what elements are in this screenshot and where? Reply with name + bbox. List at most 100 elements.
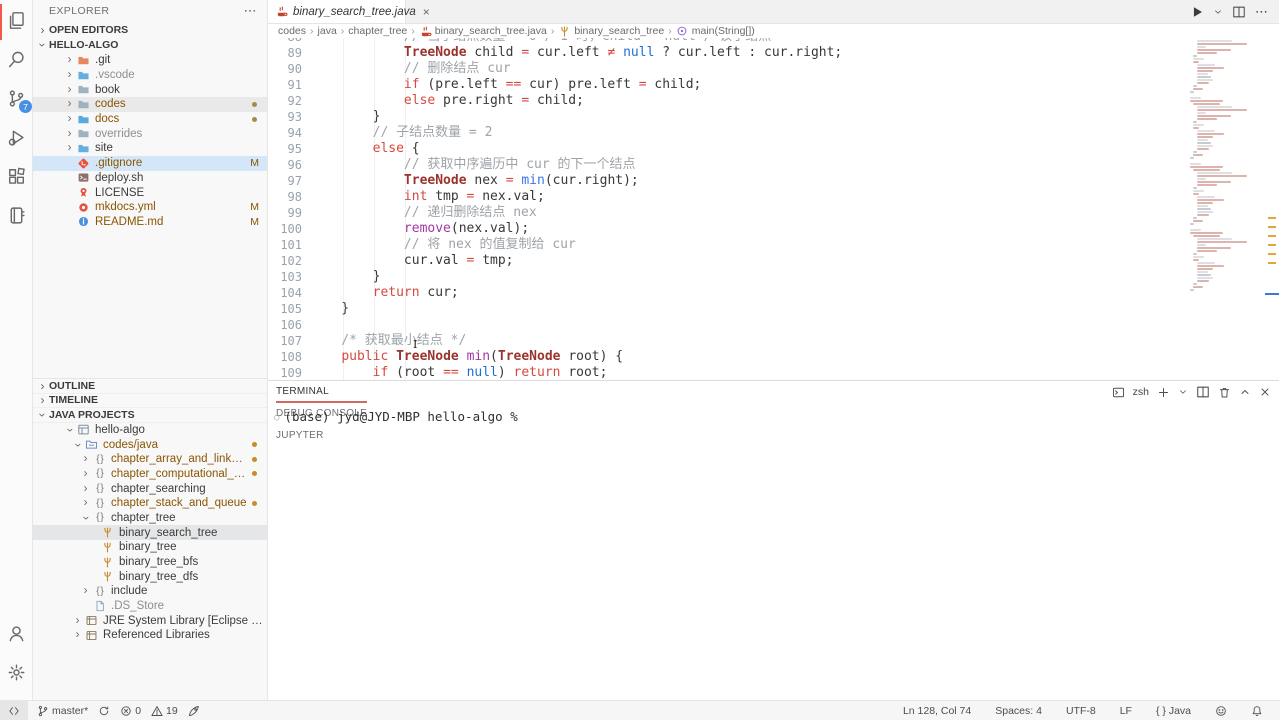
java-tree-item-chapter-computational-complexity[interactable]: ›{ }chapter_computational_complexity xyxy=(33,467,267,482)
split-terminal-icon[interactable] xyxy=(1196,385,1210,399)
breadcrumb-item[interactable]: binary_search_tree.java xyxy=(419,25,547,37)
section-outline[interactable]: › OUTLINE xyxy=(33,379,267,394)
breadcrumb-separator: › xyxy=(340,25,346,37)
java-tree-item-binary-tree-bfs[interactable]: binary_tree_bfs xyxy=(33,555,267,570)
tab-bar: binary_search_tree.java × ⋯ xyxy=(268,0,1279,24)
status-label: UTF-8 xyxy=(1066,705,1096,717)
folder-icon xyxy=(76,69,91,82)
close-icon[interactable]: × xyxy=(423,5,430,19)
java-tree-item-binary-tree[interactable]: binary_tree xyxy=(33,540,267,555)
warning-status-item[interactable]: 19 xyxy=(146,701,183,720)
breadcrumb-item[interactable]: main(String[]) xyxy=(676,25,755,37)
remote-status-item[interactable] xyxy=(0,701,28,720)
breadcrumb-item[interactable]: chapter_tree xyxy=(348,25,407,37)
panel-actions: zsh xyxy=(1112,385,1271,399)
code-editor[interactable]: 88 // 当子结点数量 = 0 / 1 时，child = null / 该子… xyxy=(268,38,1279,380)
source-control-icon[interactable]: 7 xyxy=(3,85,29,111)
shell-label[interactable]: zsh xyxy=(1133,386,1149,398)
tree-item-readme-md[interactable]: README.mdM xyxy=(33,215,267,230)
tree-item-label: hello-algo xyxy=(95,424,267,436)
tree-item-license[interactable]: LICENSE xyxy=(33,185,267,200)
code-line: 109 if (root == null) return root; xyxy=(268,365,1185,380)
run-button[interactable] xyxy=(1190,5,1204,19)
java-tree-item-chapter-stack-and-queue[interactable]: ›{ }chapter_stack_and_queue xyxy=(33,496,267,511)
terminal-dropdown-icon[interactable] xyxy=(1178,387,1188,397)
split-editor-icon[interactable] xyxy=(1232,5,1246,19)
breadcrumb-item[interactable]: java xyxy=(318,25,337,37)
breadcrumb-item[interactable]: binary_search_tree xyxy=(558,25,664,37)
branch-status-item[interactable]: master* xyxy=(32,701,93,720)
tree-item-overrides[interactable]: ›overrides xyxy=(33,126,267,141)
status-ln[interactable]: Ln 128, Col 74 xyxy=(898,701,976,720)
status-spaces[interactable]: Spaces: 4 xyxy=(990,701,1047,720)
modified-dot-badge xyxy=(252,117,257,122)
java-tree-item-binary-tree-dfs[interactable]: binary_tree_dfs xyxy=(33,569,267,584)
status-utf-8[interactable]: UTF-8 xyxy=(1061,701,1101,720)
settings-icon[interactable] xyxy=(3,659,29,685)
tree-item-book[interactable]: ›book xyxy=(33,82,267,97)
tree-item-codes[interactable]: ›codes xyxy=(33,97,267,112)
minimap-line xyxy=(1187,94,1191,96)
java-tree-item-hello-algo[interactable]: ›hello-algo xyxy=(33,423,267,438)
breadcrumb-item[interactable]: codes xyxy=(278,25,306,37)
panel-tab-jupyter[interactable]: JUPYTER xyxy=(276,425,367,447)
java-tree-item-codes-java[interactable]: ›codes/java xyxy=(33,437,267,452)
tab-binary-search-tree-java[interactable]: binary_search_tree.java × xyxy=(268,0,406,23)
sync-status-item[interactable] xyxy=(93,701,115,720)
run-dropdown-icon[interactable] xyxy=(1213,7,1223,17)
close-panel-icon[interactable] xyxy=(1259,386,1271,398)
java-tree-item-chapter-searching[interactable]: ›{ }chapter_searching xyxy=(33,481,267,496)
tree-item-deploy-sh[interactable]: deploy.sh xyxy=(33,171,267,186)
status-lf[interactable]: LF xyxy=(1115,701,1137,720)
line-number: 107 xyxy=(268,333,302,349)
more-actions-icon[interactable]: ⋯ xyxy=(1255,3,1269,21)
minimap[interactable] xyxy=(1187,38,1265,380)
java-tree-item-jre-system-library-eclipse-temurin-17-17-[interactable]: ›JRE System Library [Eclipse Temurin 17 … xyxy=(33,613,267,628)
warning-mark xyxy=(1268,262,1276,264)
modified-dot-badge xyxy=(252,501,257,506)
tree-item--vscode[interactable]: ›.vscode xyxy=(33,68,267,83)
status-{[interactable]: { } Java xyxy=(1151,701,1196,720)
rocket-status-item[interactable] xyxy=(183,701,205,720)
notebook-icon[interactable] xyxy=(3,202,29,228)
maximize-panel-icon[interactable] xyxy=(1239,386,1251,398)
java-tree-item-chapter-tree[interactable]: ›{ }chapter_tree xyxy=(33,511,267,526)
more-actions-icon[interactable]: ⋯ xyxy=(244,3,257,19)
folder-icon xyxy=(76,83,91,96)
tree-item-mkdocs-yml[interactable]: mkdocs.ymlM xyxy=(33,200,267,215)
yaml-file-icon xyxy=(76,201,91,214)
section-timeline[interactable]: › TIMELINE xyxy=(33,394,267,409)
search-icon[interactable] xyxy=(3,46,29,72)
tree-item--gitignore[interactable]: .gitignoreM xyxy=(33,156,267,171)
feedback-status-item[interactable] xyxy=(1210,701,1232,720)
new-terminal-button[interactable] xyxy=(1157,386,1170,399)
tree-item-docs[interactable]: ›docs xyxy=(33,112,267,127)
terminal-view[interactable]: ○(base) jyd@JYD-MBP hello-algo % xyxy=(268,403,1279,424)
section-open-editors[interactable]: › OPEN EDITORS xyxy=(33,22,267,37)
tree-item-site[interactable]: ›site xyxy=(33,141,267,156)
panel-tab-label: JUPYTER xyxy=(276,430,324,441)
tree-item--git[interactable]: ›.git xyxy=(33,53,267,68)
project-icon xyxy=(76,423,91,436)
overview-ruler[interactable] xyxy=(1265,38,1279,380)
bell-status-item[interactable] xyxy=(1246,701,1268,720)
java-tree-item--ds-store[interactable]: .DS_Store xyxy=(33,599,267,614)
kill-terminal-icon[interactable] xyxy=(1218,386,1231,399)
explorer-icon[interactable] xyxy=(3,7,29,33)
java-tree-item-referenced-libraries[interactable]: ›Referenced Libraries xyxy=(33,628,267,643)
error-status-item[interactable]: 0 xyxy=(115,701,146,720)
section-hello-algo[interactable]: › HELLO-ALGO xyxy=(33,37,267,52)
code-line: 101 // 将 nex 的值复制给 cur xyxy=(268,237,1185,253)
account-icon[interactable] xyxy=(3,620,29,646)
java-tree-item-chapter-array-and-linkedlist[interactable]: ›{ }chapter_array_and_linkedlist xyxy=(33,452,267,467)
section-java-projects[interactable]: › JAVA PROJECTS xyxy=(33,408,267,423)
code-line: 105 } xyxy=(268,301,1185,317)
extensions-icon[interactable] xyxy=(3,163,29,189)
line-number: 101 xyxy=(268,237,302,253)
java-tree-item-binary-search-tree[interactable]: binary_search_tree xyxy=(33,525,267,540)
chevron-right-icon: › xyxy=(36,23,49,37)
run-debug-icon[interactable] xyxy=(3,124,29,150)
minimap-line xyxy=(1197,250,1218,252)
java-tree-item-include[interactable]: ›{ }include xyxy=(33,584,267,599)
panel-tab-terminal[interactable]: TERMINAL xyxy=(276,381,367,403)
